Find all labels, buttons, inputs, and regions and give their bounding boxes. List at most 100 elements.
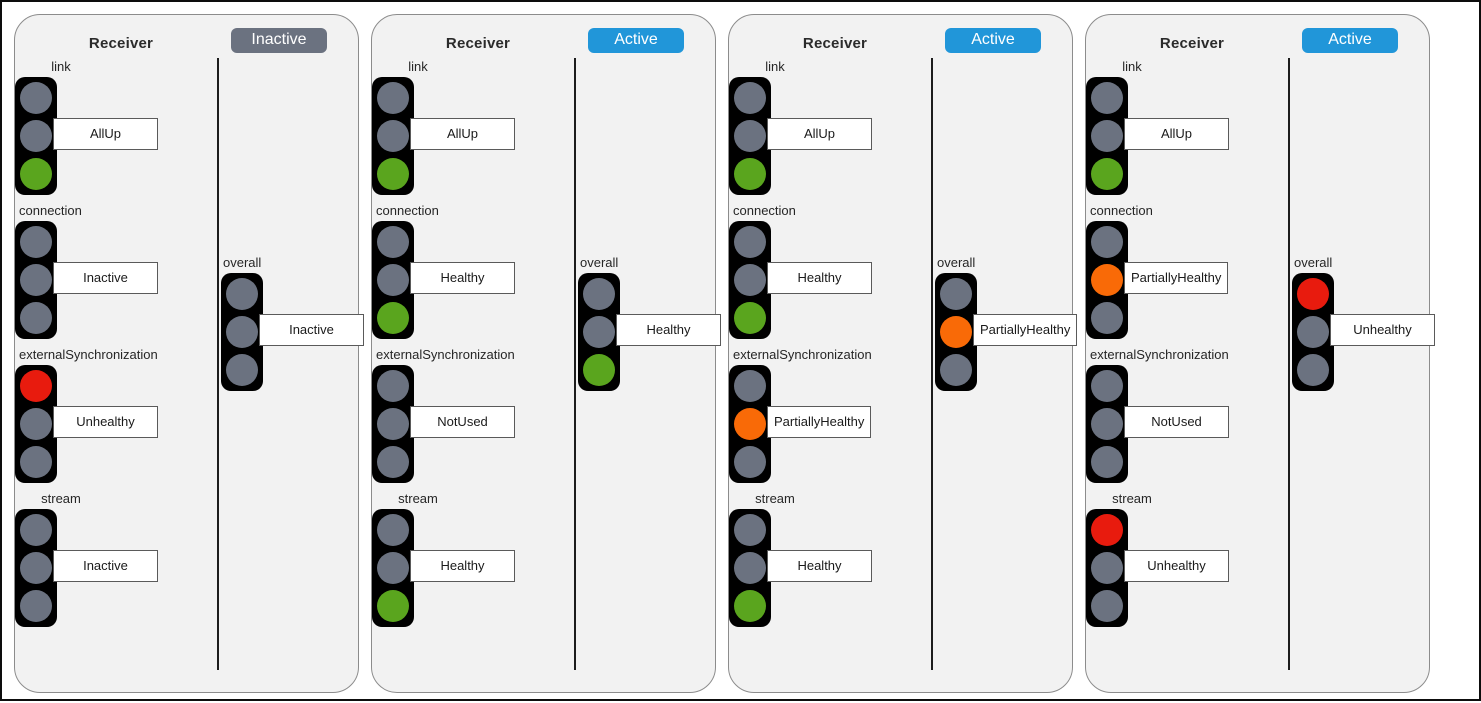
signal-link[interactable]: link AllUp: [372, 59, 574, 195]
receiver-panel-row: Receiver Inactive link AllUp connection Inact…: [2, 2, 1481, 703]
lamp-middle: [377, 264, 409, 296]
lamp-top: [20, 514, 52, 546]
lamp-bottom: [20, 590, 52, 622]
signal-label: externalSynchronization: [1090, 347, 1229, 362]
lamp-middle: [1091, 120, 1123, 152]
traffic-light-icon: [729, 221, 771, 339]
signal-value-box: AllUp: [53, 118, 158, 150]
signal-column: link AllUp connection Healthy externalSynchr…: [729, 59, 931, 635]
panel-title: Receiver: [1159, 35, 1225, 52]
column-divider: [931, 58, 933, 670]
receiver-panel[interactable]: Receiver Active link AllUp connection Healthy…: [371, 14, 721, 693]
traffic-light-icon: [15, 509, 57, 627]
lamp-bottom: [940, 354, 972, 386]
signal-label: connection: [19, 203, 82, 218]
panel-title: Receiver: [445, 35, 511, 52]
signal-connection[interactable]: connection Inactive: [15, 203, 217, 339]
signal-stream[interactable]: stream Inactive: [15, 491, 217, 627]
lamp-bottom: [734, 302, 766, 334]
traffic-light-icon: [729, 365, 771, 483]
traffic-light-wrap: NotUsed: [372, 365, 574, 483]
signal-link[interactable]: link AllUp: [729, 59, 931, 195]
signal-stream[interactable]: stream Unhealthy: [1086, 491, 1288, 627]
lamp-middle: [377, 120, 409, 152]
lamp-top: [20, 370, 52, 402]
traffic-light-icon: [372, 77, 414, 195]
lamp-bottom: [1297, 354, 1329, 386]
lamp-top: [734, 82, 766, 114]
signal-overall[interactable]: overall Inactive: [221, 255, 364, 391]
signal-connection[interactable]: connection Healthy: [729, 203, 931, 339]
lamp-top: [377, 514, 409, 546]
overall-label: overall: [223, 255, 262, 270]
lamp-top: [377, 226, 409, 258]
signal-label: externalSynchronization: [376, 347, 515, 362]
signal-value-box: NotUsed: [1124, 406, 1229, 438]
traffic-light-wrap: PartiallyHealthy: [729, 365, 931, 483]
lamp-bottom: [20, 446, 52, 478]
signal-label: connection: [376, 203, 439, 218]
traffic-light-icon: [1086, 221, 1128, 339]
overall-value-box: Healthy: [616, 314, 721, 346]
lamp-middle: [734, 264, 766, 296]
lamp-bottom: [377, 158, 409, 190]
column-divider: [574, 58, 576, 670]
lamp-middle: [1091, 408, 1123, 440]
diagram-canvas: Receiver Inactive link AllUp connection Inact…: [0, 0, 1481, 701]
signal-link[interactable]: link AllUp: [15, 59, 217, 195]
lamp-bottom: [377, 590, 409, 622]
signal-value-box: Healthy: [410, 262, 515, 294]
status-badge[interactable]: Active: [1302, 28, 1398, 53]
signal-label: stream: [755, 491, 795, 506]
traffic-light-icon: [1292, 273, 1334, 391]
lamp-middle: [20, 408, 52, 440]
signal-stream[interactable]: stream Healthy: [729, 491, 931, 627]
traffic-light-wrap: AllUp: [729, 77, 931, 195]
lamp-middle: [377, 408, 409, 440]
signal-link[interactable]: link AllUp: [1086, 59, 1288, 195]
signal-stream[interactable]: stream Healthy: [372, 491, 574, 627]
lamp-middle: [226, 316, 258, 348]
traffic-light-wrap: Inactive: [15, 221, 217, 339]
signal-externalSynchronization[interactable]: externalSynchronization Unhealthy: [15, 347, 217, 483]
traffic-light-wrap: Healthy: [372, 509, 574, 627]
lamp-middle: [940, 316, 972, 348]
signal-externalSynchronization[interactable]: externalSynchronization NotUsed: [1086, 347, 1288, 483]
signal-value-box: Inactive: [53, 550, 158, 582]
receiver-panel[interactable]: Receiver Inactive link AllUp connection Inact…: [14, 14, 364, 693]
signal-connection[interactable]: connection Healthy: [372, 203, 574, 339]
signal-label: externalSynchronization: [19, 347, 158, 362]
signal-column: link AllUp connection Inactive externalSynch…: [15, 59, 217, 635]
signal-label: link: [51, 59, 71, 74]
overall-label: overall: [580, 255, 619, 270]
status-badge[interactable]: Active: [945, 28, 1041, 53]
traffic-light-wrap: Healthy: [372, 221, 574, 339]
lamp-top: [226, 278, 258, 310]
lamp-bottom: [1091, 302, 1123, 334]
signal-value-box: AllUp: [767, 118, 872, 150]
overall-column: overall Healthy: [578, 59, 721, 391]
signal-value-box: Unhealthy: [1124, 550, 1229, 582]
traffic-light-icon: [15, 77, 57, 195]
traffic-light-wrap: Healthy: [729, 509, 931, 627]
signal-label: connection: [1090, 203, 1153, 218]
receiver-panel[interactable]: Receiver Active link AllUp connection Partial…: [1085, 14, 1435, 693]
lamp-middle: [377, 552, 409, 584]
signal-connection[interactable]: connection PartiallyHealthy: [1086, 203, 1288, 339]
traffic-light-wrap: AllUp: [1086, 77, 1288, 195]
signal-externalSynchronization[interactable]: externalSynchronization NotUsed: [372, 347, 574, 483]
receiver-panel[interactable]: Receiver Active link AllUp connection Healthy…: [728, 14, 1078, 693]
signal-value-box: Inactive: [53, 262, 158, 294]
signal-overall[interactable]: overall Unhealthy: [1292, 255, 1435, 391]
signal-overall[interactable]: overall Healthy: [578, 255, 721, 391]
overall-column: overall PartiallyHealthy: [935, 59, 1078, 391]
signal-externalSynchronization[interactable]: externalSynchronization PartiallyHealthy: [729, 347, 931, 483]
lamp-bottom: [734, 158, 766, 190]
status-badge[interactable]: Active: [588, 28, 684, 53]
signal-value-box: AllUp: [410, 118, 515, 150]
lamp-top: [1091, 226, 1123, 258]
traffic-light-wrap: Unhealthy: [1086, 509, 1288, 627]
signal-overall[interactable]: overall PartiallyHealthy: [935, 255, 1078, 391]
traffic-light-icon: [729, 77, 771, 195]
status-badge[interactable]: Inactive: [231, 28, 327, 53]
